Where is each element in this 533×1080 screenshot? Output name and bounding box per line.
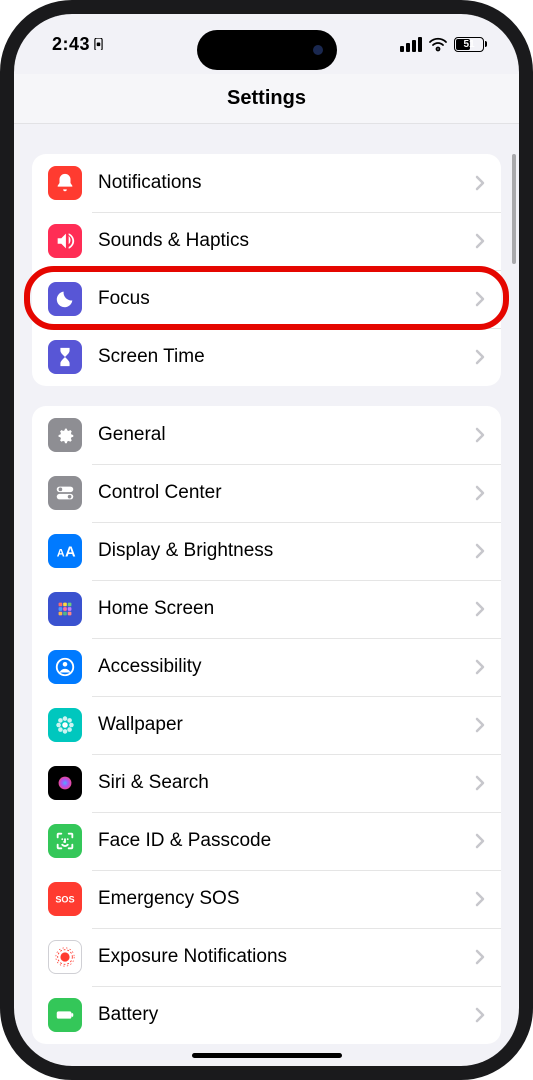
row-label: Accessibility xyxy=(98,656,475,678)
chevron-right-icon xyxy=(475,427,485,443)
row-label: Exposure Notifications xyxy=(98,946,475,968)
side-button xyxy=(0,214,2,250)
page-title: Settings xyxy=(227,87,306,110)
grid-icon xyxy=(48,592,82,626)
settings-row-wallpaper[interactable]: Wallpaper xyxy=(32,696,501,754)
settings-group: Notifications Sounds & Haptics Focus Scr… xyxy=(32,154,501,386)
chevron-right-icon xyxy=(475,601,485,617)
row-label: Display & Brightness xyxy=(98,540,475,562)
svg-text:SOS: SOS xyxy=(55,895,74,905)
settings-row-notifications[interactable]: Notifications xyxy=(32,154,501,212)
volume-down-button xyxy=(0,374,2,444)
row-label: Screen Time xyxy=(98,346,475,368)
chevron-right-icon xyxy=(475,659,485,675)
dynamic-island xyxy=(197,30,337,70)
flower-icon xyxy=(48,708,82,742)
settings-row-general[interactable]: General xyxy=(32,406,501,464)
person-circle-icon xyxy=(48,650,82,684)
cellular-signal-icon xyxy=(400,37,422,52)
row-label: Battery xyxy=(98,1004,475,1026)
scroll-indicator xyxy=(512,154,516,264)
chevron-right-icon xyxy=(475,485,485,501)
row-label: Focus xyxy=(98,288,475,310)
svg-text:A: A xyxy=(57,548,65,560)
settings-row-face-id-passcode[interactable]: Face ID & Passcode xyxy=(32,812,501,870)
settings-row-siri-search[interactable]: Siri & Search xyxy=(32,754,501,812)
chevron-right-icon xyxy=(475,833,485,849)
phone-frame: 2:43 51 Settings Notifications xyxy=(0,0,533,1080)
chevron-right-icon xyxy=(475,949,485,965)
settings-row-screen-time[interactable]: Screen Time xyxy=(32,328,501,386)
hourglass-icon xyxy=(48,340,82,374)
settings-row-control-center[interactable]: Control Center xyxy=(32,464,501,522)
aa-icon: AA xyxy=(48,534,82,568)
lock-orientation-icon xyxy=(94,38,103,51)
volume-up-button xyxy=(0,284,2,354)
toggles-icon xyxy=(48,476,82,510)
chevron-right-icon xyxy=(475,175,485,191)
settings-row-battery[interactable]: Battery xyxy=(32,986,501,1044)
settings-row-emergency-sos[interactable]: SOS Emergency SOS xyxy=(32,870,501,928)
row-label: Emergency SOS xyxy=(98,888,475,910)
chevron-right-icon xyxy=(475,233,485,249)
chevron-right-icon xyxy=(475,891,485,907)
chevron-right-icon xyxy=(475,349,485,365)
chevron-right-icon xyxy=(475,543,485,559)
nav-header: Settings xyxy=(14,74,519,124)
settings-row-accessibility[interactable]: Accessibility xyxy=(32,638,501,696)
battery-icon: 51 xyxy=(454,37,487,52)
status-time: 2:43 xyxy=(52,34,103,55)
settings-row-focus[interactable]: Focus xyxy=(32,270,501,328)
settings-row-display-brightness[interactable]: AA Display & Brightness xyxy=(32,522,501,580)
svg-text:A: A xyxy=(65,545,76,561)
row-label: Face ID & Passcode xyxy=(98,830,475,852)
moon-icon xyxy=(48,282,82,316)
faceid-icon xyxy=(48,824,82,858)
chevron-right-icon xyxy=(475,291,485,307)
settings-row-exposure-notifications[interactable]: Exposure Notifications xyxy=(32,928,501,986)
row-label: Wallpaper xyxy=(98,714,475,736)
chevron-right-icon xyxy=(475,775,485,791)
sos-icon: SOS xyxy=(48,882,82,916)
gear-icon xyxy=(48,418,82,452)
row-label: Sounds & Haptics xyxy=(98,230,475,252)
chevron-right-icon xyxy=(475,1007,485,1023)
battery-percentage: 51 xyxy=(463,39,474,50)
speaker-icon xyxy=(48,224,82,258)
siri-icon xyxy=(48,766,82,800)
row-label: Notifications xyxy=(98,172,475,194)
wifi-icon xyxy=(428,37,448,52)
time-text: 2:43 xyxy=(52,34,90,55)
row-label: Home Screen xyxy=(98,598,475,620)
home-indicator[interactable] xyxy=(192,1053,342,1058)
settings-group: General Control Center AA Display & Brig… xyxy=(32,406,501,1044)
chevron-right-icon xyxy=(475,717,485,733)
settings-list[interactable]: Notifications Sounds & Haptics Focus Scr… xyxy=(14,124,519,1066)
settings-row-home-screen[interactable]: Home Screen xyxy=(32,580,501,638)
row-label: Control Center xyxy=(98,482,475,504)
row-label: Siri & Search xyxy=(98,772,475,794)
battery-icon xyxy=(48,998,82,1032)
bell-icon xyxy=(48,166,82,200)
settings-row-sounds-haptics[interactable]: Sounds & Haptics xyxy=(32,212,501,270)
exposure-icon xyxy=(48,940,82,974)
row-label: General xyxy=(98,424,475,446)
